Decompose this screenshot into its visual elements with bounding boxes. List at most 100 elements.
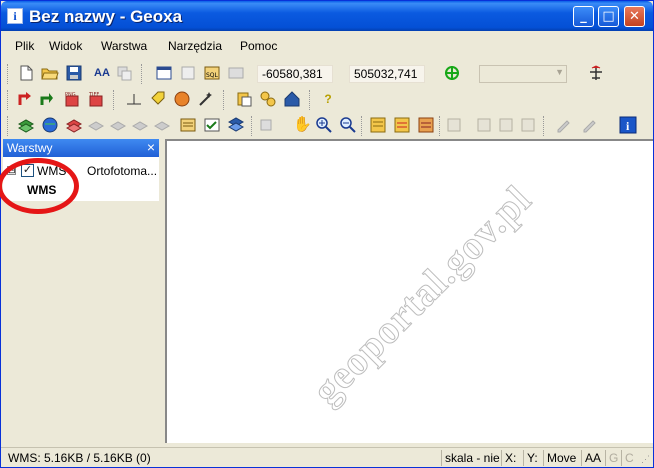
tag-icon[interactable]	[149, 90, 167, 108]
toolbar-row-3: ✋ i	[5, 113, 651, 139]
svg-text:PNG: PNG	[65, 92, 76, 98]
layers-panel-header[interactable]: Warstwy ×	[3, 139, 159, 157]
layer-bottom-icon[interactable]	[153, 116, 171, 134]
copy-disabled-icon[interactable]	[115, 64, 133, 82]
layers-tree: ⊟ ✓ WMS Ortofotoma... WMS	[0, 157, 159, 214]
edit-alt-disabled-icon[interactable]	[581, 116, 599, 134]
window-icon[interactable]	[155, 64, 173, 82]
print-preview-icon[interactable]	[179, 64, 197, 82]
coord-y-field[interactable]: 505032,741	[349, 65, 425, 83]
add-wms-icon[interactable]	[41, 116, 59, 134]
close-icon: ✕	[629, 9, 640, 24]
extent-all-icon[interactable]	[417, 116, 435, 134]
layer-check-icon[interactable]	[203, 116, 221, 134]
minimize-button[interactable]: _	[573, 6, 594, 27]
status-transfer: WMS: 5.16KB / 5.16KB (0)	[8, 451, 151, 465]
png-icon[interactable]: PNG	[63, 90, 81, 108]
new-file-icon[interactable]	[17, 64, 35, 82]
save-icon[interactable]	[65, 64, 83, 82]
toolbar-separator	[251, 116, 254, 136]
nav-prev-icon[interactable]	[497, 116, 515, 134]
connect-icon[interactable]	[259, 90, 277, 108]
menu-narzedzia[interactable]: Narzędzia	[168, 39, 222, 53]
nav-back-icon[interactable]	[475, 116, 493, 134]
crosshair-icon[interactable]	[443, 64, 461, 82]
highlight-annotation	[0, 158, 79, 214]
toolbar-grip[interactable]	[7, 116, 10, 136]
layer-down-icon[interactable]	[109, 116, 127, 134]
north-arrow-icon[interactable]	[587, 64, 605, 82]
toolbar-row-1: AA SQL -60580,381 505032,741 ▼	[5, 61, 651, 87]
status-aa: AA	[581, 450, 605, 466]
toolbar-separator	[223, 90, 226, 110]
status-scale: skala - nie	[441, 450, 501, 466]
close-button[interactable]: ✕	[624, 6, 645, 27]
zoom-in-icon[interactable]	[315, 116, 333, 134]
export-icon[interactable]	[39, 90, 57, 108]
close-icon[interactable]: ×	[147, 139, 155, 155]
layer-list-icon[interactable]	[227, 116, 245, 134]
font-aa-icon[interactable]: AA	[93, 64, 111, 82]
chevron-down-icon[interactable]: ▼	[555, 67, 564, 77]
pan-hand-icon[interactable]: ✋	[293, 116, 312, 134]
open-folder-icon[interactable]	[41, 64, 59, 82]
toolbar-separator	[439, 116, 442, 136]
tiff-icon[interactable]: TIFF	[87, 90, 105, 108]
toolbar-separator	[309, 90, 312, 110]
maximize-icon: □	[602, 9, 615, 24]
layer-properties-icon[interactable]	[179, 116, 197, 134]
menu-plik[interactable]: Plik	[15, 39, 34, 53]
info-tool-icon[interactable]: i	[619, 116, 637, 134]
minimize-icon: _	[580, 9, 587, 24]
status-y: Y:	[523, 450, 543, 466]
title-bar[interactable]: i Bez nazwy - Geoxa _ □ ✕	[1, 1, 653, 31]
help-icon[interactable]: ?	[319, 90, 337, 108]
toolbar-separator	[543, 116, 546, 136]
layer-description[interactable]: Ortofotoma...	[87, 164, 157, 178]
menu-pomoc[interactable]: Pomoc	[240, 39, 277, 53]
toolbar-row-2: PNG TIFF ?	[5, 87, 651, 113]
status-g: G	[605, 450, 621, 466]
toolbar-grip[interactable]	[7, 90, 10, 110]
add-layer-icon[interactable]	[17, 116, 35, 134]
remove-layer-icon[interactable]	[65, 116, 83, 134]
toolbar-separator	[361, 116, 364, 136]
status-bar: WMS: 5.16KB / 5.16KB (0) skala - nie X: …	[1, 447, 653, 467]
layer-top-icon[interactable]	[131, 116, 149, 134]
layer-up-icon[interactable]	[87, 116, 105, 134]
edit-disabled-icon[interactable]	[555, 116, 573, 134]
extent-icon[interactable]	[369, 116, 387, 134]
zoom-out-icon[interactable]	[339, 116, 357, 134]
paste-icon[interactable]	[235, 90, 253, 108]
wand-icon[interactable]	[197, 90, 215, 108]
status-x: X:	[501, 450, 523, 466]
table-icon[interactable]	[227, 64, 245, 82]
coord-x-field[interactable]: -60580,381	[257, 65, 333, 83]
map-watermark: geoportal.gov.pl	[303, 176, 540, 413]
map-canvas[interactable]: geoportal.gov.pl	[165, 139, 653, 443]
info-icon[interactable]: i	[7, 8, 23, 24]
nav-next-icon[interactable]	[519, 116, 537, 134]
resize-grip-icon[interactable]: ⋰	[641, 454, 650, 465]
menu-widok[interactable]: Widok	[49, 39, 82, 53]
home-icon[interactable]	[283, 90, 301, 108]
import-icon[interactable]	[17, 90, 35, 108]
sql-icon[interactable]: SQL	[203, 64, 221, 82]
toolbar-separator	[141, 64, 144, 84]
window-title: Bez nazwy - Geoxa	[29, 7, 183, 26]
measure-icon[interactable]	[125, 90, 143, 108]
layers-panel-title: Warstwy	[7, 141, 53, 155]
menu-warstwa[interactable]: Warstwa	[101, 39, 147, 53]
select-disabled-icon[interactable]	[445, 116, 463, 134]
globe-icon[interactable]	[173, 90, 191, 108]
toolbar-grip[interactable]	[7, 64, 10, 84]
scale-combo[interactable]: ▼	[479, 65, 567, 83]
app-window: i Bez nazwy - Geoxa _ □ ✕ Plik Widok War…	[0, 0, 654, 468]
status-c: C	[621, 450, 637, 466]
svg-text:TIFF: TIFF	[88, 92, 99, 98]
maximize-button[interactable]: □	[598, 6, 619, 27]
clear-icon[interactable]	[257, 116, 275, 134]
extent-layer-icon[interactable]	[393, 116, 411, 134]
layers-panel: Warstwy × ⊟ ✓ WMS Ortofotoma... WMS	[0, 139, 159, 443]
svg-text:SQL: SQL	[206, 72, 219, 79]
